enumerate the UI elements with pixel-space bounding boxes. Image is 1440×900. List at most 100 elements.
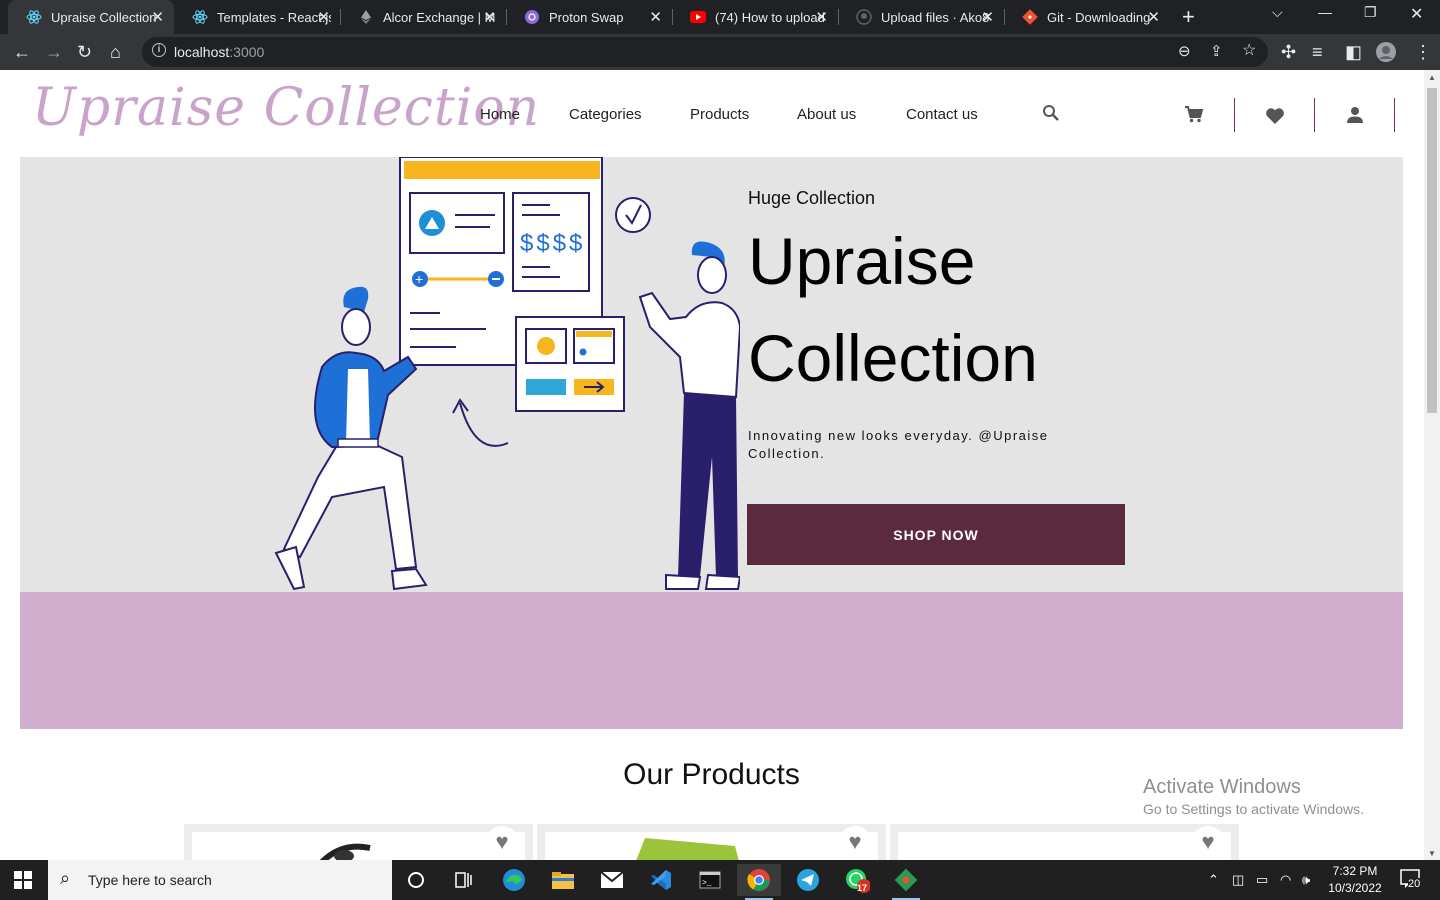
git-icon [1022, 9, 1038, 25]
tab-label: (74) How to upload [715, 9, 825, 25]
tab-close-icon[interactable]: ✕ [151, 8, 164, 26]
tab-proton-swap[interactable]: Proton Swap ✕ [506, 0, 672, 34]
restore-icon[interactable]: ❐ [1364, 4, 1377, 21]
wishlist-heart-icon[interactable]: ♥ [485, 826, 519, 860]
tab-templates-react[interactable]: Templates - React.js ✕ [174, 0, 340, 34]
user-icon[interactable] [1346, 106, 1364, 129]
tab-search-chevron-icon[interactable]: ⌵ [1272, 4, 1283, 21]
tab-close-icon[interactable]: ✕ [981, 8, 994, 26]
search-icon[interactable] [1042, 104, 1060, 127]
scrollbar-thumb[interactable] [1427, 88, 1437, 413]
tab-close-icon[interactable]: ✕ [649, 8, 662, 26]
minimize-icon[interactable]: — [1318, 4, 1332, 20]
taskbar-search-placeholder: Type here to search [88, 872, 212, 888]
react-icon [26, 9, 42, 25]
tab-close-icon[interactable]: ✕ [1147, 8, 1160, 26]
whatsapp-icon[interactable]: 17 [835, 864, 879, 896]
mail-icon[interactable] [590, 864, 634, 896]
nav-about-us[interactable]: About us [797, 106, 856, 123]
tab-close-icon[interactable]: ✕ [317, 8, 330, 26]
terminal-icon[interactable]: >_ [688, 864, 732, 896]
taskbar-search-box[interactable]: ⌕ Type here to search [48, 860, 392, 900]
bookmark-star-icon[interactable]: ☆ [1242, 40, 1256, 62]
tab-label: Alcor Exchange | M [383, 9, 496, 25]
extensions-puzzle-icon[interactable]: ✣ [1281, 41, 1296, 63]
watermark-subtitle: Go to Settings to activate Windows. [1143, 801, 1364, 817]
browser-tab-strip: Upraise Collection ✕ Templates - React.j… [0, 0, 1440, 34]
share-icon[interactable]: ⇪ [1210, 41, 1223, 63]
product-image [192, 832, 525, 860]
heart-icon[interactable] [1265, 107, 1285, 130]
browser-menu-icon[interactable]: ⋮ [1414, 41, 1432, 63]
site-header: Upraise Collection Home Categories Produ… [20, 70, 1403, 157]
chrome-icon[interactable] [737, 864, 781, 900]
tab-upraise-collection[interactable]: Upraise Collection ✕ [8, 0, 174, 34]
product-card[interactable]: ♥ [890, 824, 1239, 860]
wishlist-heart-icon[interactable]: ♥ [1191, 826, 1225, 860]
site-info-icon[interactable]: i [152, 43, 166, 57]
notification-center-icon[interactable]: 20 [1400, 868, 1426, 895]
tab-label: Upload files · Ako8 [881, 9, 990, 25]
profile-avatar-icon[interactable] [1376, 42, 1396, 67]
product-card[interactable]: ♥ [537, 824, 886, 860]
edge-icon[interactable] [492, 864, 536, 896]
window-close-icon[interactable]: ✕ [1410, 4, 1423, 24]
scroll-up-arrow-icon[interactable]: ▲ [1428, 73, 1436, 82]
url-host: localhost [174, 44, 230, 60]
tab-label: Upraise Collection [51, 9, 157, 25]
tab-github-upload[interactable]: Upload files · Ako8 ✕ [838, 0, 1004, 34]
site-logo[interactable]: Upraise Collection [32, 78, 540, 138]
taskbar-clock[interactable]: 7:32 PM 10/3/2022 [1322, 863, 1388, 897]
browser-toolbar: ← → ↻ ⌂ i localhost:3000 ⊖ ⇪ ☆ ✣ ≡ ◧ ⋮ [0, 34, 1440, 70]
nav-home[interactable]: Home [480, 106, 520, 123]
tab-youtube-upload[interactable]: (74) How to upload ✕ [672, 0, 838, 34]
tab-close-icon[interactable]: ✕ [483, 8, 496, 26]
clock-date: 10/3/2022 [1328, 881, 1382, 895]
nav-products[interactable]: Products [690, 106, 749, 123]
tab-git-downloading[interactable]: Git - Downloading ✕ [1004, 0, 1170, 34]
home-icon[interactable]: ⌂ [110, 41, 121, 63]
hero-kicker: Huge Collection [748, 188, 876, 208]
side-panel-icon[interactable]: ◧ [1345, 41, 1362, 63]
hero-tagline: Innovating new looks everyday. @Upraise … [748, 428, 1049, 461]
scroll-down-arrow-icon[interactable]: ▼ [1428, 849, 1436, 858]
product-image [898, 832, 1231, 860]
tray-chevron-icon[interactable]: ⌃ [1208, 872, 1219, 888]
nav-categories[interactable]: Categories [569, 106, 642, 123]
windows-taskbar: ⌕ Type here to search >_ 17 ⌃ ◫ ▭ ◠ 🕪 7:… [0, 860, 1440, 900]
meet-now-icon[interactable]: ◫ [1232, 872, 1244, 888]
vscode-icon[interactable] [639, 864, 683, 896]
url-text[interactable]: localhost:3000 [174, 44, 264, 60]
task-view-icon[interactable] [442, 864, 486, 896]
cortana-icon[interactable] [394, 864, 438, 896]
github-icon [856, 9, 872, 25]
wishlist-heart-icon[interactable]: ♥ [838, 826, 872, 860]
file-explorer-icon[interactable] [541, 864, 585, 896]
shop-now-button[interactable]: SHOP NOW [747, 504, 1125, 565]
network-icon[interactable]: ◠ [1280, 872, 1291, 888]
media-control-icon[interactable]: ≡ [1312, 41, 1323, 63]
back-arrow-icon[interactable]: ← [13, 41, 31, 63]
battery-icon[interactable]: ▭ [1256, 872, 1268, 888]
cart-icon[interactable] [1184, 105, 1204, 128]
volume-icon[interactable]: 🕪 [1302, 872, 1310, 888]
hero-title-line1: Upraise [748, 224, 976, 298]
promo-band [20, 592, 1403, 729]
reload-icon[interactable]: ↻ [77, 41, 92, 63]
hero-title-line2: Collection [748, 321, 1038, 395]
address-bar[interactable]: i localhost:3000 ⊖ ⇪ ☆ [142, 37, 1268, 67]
proton-icon [524, 9, 540, 25]
url-port: :3000 [229, 44, 265, 60]
telegram-icon[interactable] [786, 864, 830, 896]
product-card[interactable]: ♥ [184, 824, 533, 860]
tab-label: Templates - React.js [217, 9, 331, 25]
tab-close-icon[interactable]: ✕ [815, 8, 828, 26]
forward-arrow-icon[interactable]: → [45, 41, 63, 63]
nav-contact-us[interactable]: Contact us [906, 106, 978, 123]
zoom-icon[interactable]: ⊖ [1178, 41, 1191, 63]
git-kraken-icon[interactable] [884, 864, 928, 900]
page-scrollbar[interactable]: ▲ ▼ [1424, 70, 1440, 860]
tab-alcor-exchange[interactable]: Alcor Exchange | M ✕ [340, 0, 506, 34]
new-tab-plus-icon[interactable]: + [1182, 4, 1195, 30]
windows-start-icon[interactable] [14, 871, 32, 894]
